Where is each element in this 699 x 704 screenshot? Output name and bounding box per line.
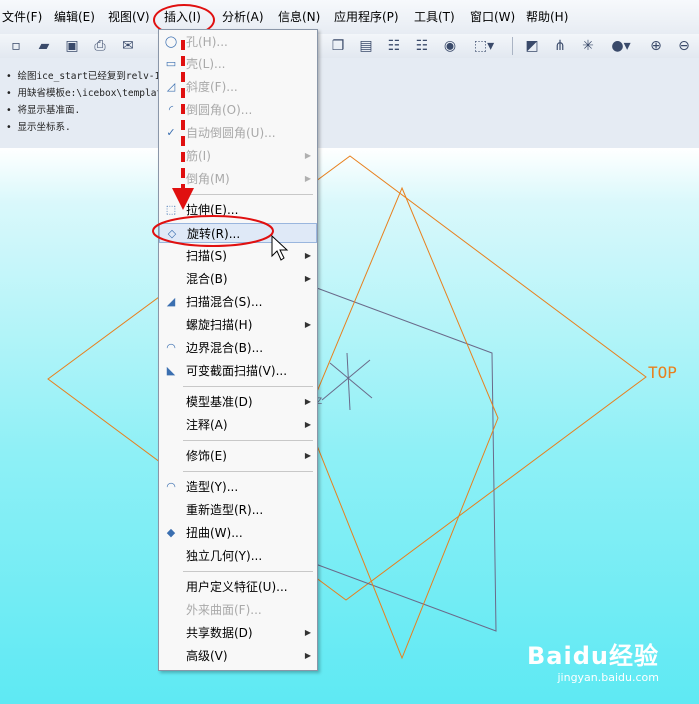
menu-item-cosmetic[interactable]: 修饰(E) ▶ (159, 446, 317, 466)
draft-icon: ◿ (166, 80, 176, 93)
menu-window[interactable]: 窗口(W) (468, 8, 517, 26)
menu-tools[interactable]: 工具(T) (412, 8, 457, 26)
menu-separator (183, 194, 313, 195)
menu-item-shell: ▭ 壳(L)... (165, 57, 226, 71)
menu-item-boundary-blend[interactable]: ◠ 边界混合(B)... (159, 338, 317, 358)
menu-item-annotation[interactable]: 注释(A) ▶ (159, 415, 317, 435)
top-plane-label: TOP (648, 363, 677, 382)
regenerate-icon[interactable]: ☷ (384, 36, 404, 56)
watermark-logo: Baidu经验 (527, 642, 659, 670)
menu-item-sweep[interactable]: 扫描(S) ▶ (159, 246, 317, 266)
menu-item-advanced[interactable]: 高级(V) ▶ (159, 646, 317, 666)
print-icon[interactable]: ⎙ (90, 36, 110, 56)
menu-item-hole: ◯ 孔(H)... (164, 35, 228, 49)
warp-icon: ◆ (166, 526, 176, 539)
menu-item-variable-section-sweep[interactable]: ◣ 可变截面扫描(V)... (159, 361, 317, 381)
submenu-arrow-icon: ▶ (304, 151, 311, 160)
menu-file[interactable]: 文件(F) (0, 8, 44, 26)
submenu-arrow-icon: ▶ (304, 397, 311, 406)
right-datum-plane (305, 186, 499, 660)
copy-icon[interactable]: ❐ (328, 36, 348, 56)
submenu-arrow-icon: ▶ (304, 251, 311, 260)
menu-item-warp[interactable]: ◆ 扭曲(W)... (159, 523, 317, 543)
watermark: Baidu经验 jingyan.baidu.com (527, 636, 659, 684)
style-icon: ◠ (166, 480, 176, 493)
menu-item-foreign-surface: 外来曲面(F)... (186, 603, 262, 617)
toolbar: ▫ ▰ ▣ ⎙ ✉ ❐ ▤ ☷ ☷ ◉ ⬚▾ ◩ ⋔ ✳ ●▾ ⊕ ⊖ (0, 34, 699, 58)
menu-item-blend[interactable]: 混合(B) ▶ (159, 269, 317, 289)
toolbar-separator (512, 37, 513, 55)
boundary-blend-icon: ◠ (166, 341, 176, 354)
zoom-in-icon[interactable]: ⊕ (646, 36, 666, 56)
shading-icon[interactable]: ●▾ (606, 36, 636, 56)
message-line: • 绘图ice_start已经复到relv-1. (6, 71, 166, 82)
datum-display-icon[interactable]: ⋔ (550, 36, 570, 56)
revolve-icon: ◇ (167, 227, 177, 240)
insert-dropdown-menu: ◯ 孔(H)... ▭ 壳(L)... ◿ 斜度(F)... ◜ 倒圆角(O)... ✓… (158, 29, 318, 671)
menu-item-revolve[interactable]: ◇ 旋转(R)... (159, 223, 317, 243)
menu-applications[interactable]: 应用程序(P) (332, 8, 401, 26)
auto-round-icon: ✓ (166, 126, 176, 139)
menu-item-extrude[interactable]: ⬚ 拉伸(E)... (159, 200, 317, 220)
graphics-window[interactable]: Z TOP Baidu经验 jingyan.baidu.com (0, 148, 699, 704)
menu-item-rib: 筋(I) ▶ (159, 146, 317, 166)
watermark-url: jingyan.baidu.com (557, 671, 659, 684)
submenu-arrow-icon: ▶ (304, 420, 311, 429)
submenu-arrow-icon: ▶ (304, 274, 311, 283)
menu-item-restyle[interactable]: 重新造型(R)... (159, 500, 317, 520)
sketch-view-icon[interactable]: ◩ (522, 36, 542, 56)
shell-icon: ▭ (165, 57, 177, 70)
menu-item-swept-blend[interactable]: ◢ 扫描混合(S)... (159, 292, 317, 312)
menu-bar: 文件(F) 编辑(E) 视图(V) 插入(I) 分析(A) 信息(N) 应用程序… (0, 0, 699, 35)
new-icon[interactable]: ▫ (6, 36, 26, 56)
submenu-arrow-icon: ▶ (304, 320, 311, 329)
zoom-out-icon[interactable]: ⊖ (674, 36, 694, 56)
submenu-arrow-icon: ▶ (304, 174, 311, 183)
binoculars-icon[interactable]: ◉ (440, 36, 460, 56)
menu-item-draft: ◿ 斜度(F)... (159, 77, 317, 97)
menu-separator (183, 386, 313, 387)
select-box-icon[interactable]: ⬚▾ (466, 36, 502, 56)
menu-item-model-datum[interactable]: 模型基准(D) ▶ (159, 392, 317, 412)
datum-planes: Z TOP (47, 155, 677, 660)
menu-separator (183, 440, 313, 441)
submenu-arrow-icon: ▶ (304, 451, 311, 460)
menu-item-helical-sweep[interactable]: 螺旋扫描(H) ▶ (159, 315, 317, 335)
extrude-icon: ⬚ (165, 203, 177, 216)
top-datum-plane (47, 155, 647, 601)
menu-separator (183, 471, 313, 472)
menu-view[interactable]: 视图(V) (106, 8, 152, 26)
menu-edit[interactable]: 编辑(E) (52, 8, 97, 26)
swept-blend-icon: ◢ (166, 295, 176, 308)
menu-item-chamfer: 倒角(M) ▶ (159, 169, 317, 189)
save-icon[interactable]: ▣ (62, 36, 82, 56)
paste-icon[interactable]: ▤ (356, 36, 376, 56)
message-line: • 将显示基准面. (6, 105, 81, 116)
var-sweep-icon: ◣ (166, 364, 176, 377)
hole-icon: ◯ (164, 35, 178, 48)
send-icon[interactable]: ✉ (118, 36, 138, 56)
round-icon: ◜ (168, 103, 174, 116)
submenu-arrow-icon: ▶ (304, 651, 311, 660)
menu-item-independent-geometry[interactable]: 独立几何(Y)... (159, 546, 317, 566)
find-icon[interactable]: ☷ (412, 36, 432, 56)
message-line: • 用缺省模板e:\icebox\template\s (6, 88, 180, 99)
menu-help[interactable]: 帮助(H) (524, 8, 570, 26)
menu-item-round: ◜ 倒圆角(O)... (159, 100, 317, 120)
message-area: • 绘图ice_start已经复到relv-1. • 用缺省模板e:\icebo… (0, 58, 699, 149)
menu-item-style[interactable]: ◠ 造型(Y)... (159, 477, 317, 497)
menu-separator (183, 571, 313, 572)
menu-item-auto-round: ✓ 自动倒圆角(U)... (159, 123, 317, 143)
menu-item-udf[interactable]: 用户定义特征(U)... (159, 577, 317, 597)
menu-analysis[interactable]: 分析(A) (220, 8, 266, 26)
menu-info[interactable]: 信息(N) (276, 8, 322, 26)
menu-item-shared-data[interactable]: 共享数据(D) ▶ (159, 623, 317, 643)
message-line: • 显示坐标系. (6, 122, 71, 133)
submenu-arrow-icon: ▶ (304, 628, 311, 637)
spin-center-icon[interactable]: ✳ (578, 36, 598, 56)
open-icon[interactable]: ▰ (34, 36, 54, 56)
